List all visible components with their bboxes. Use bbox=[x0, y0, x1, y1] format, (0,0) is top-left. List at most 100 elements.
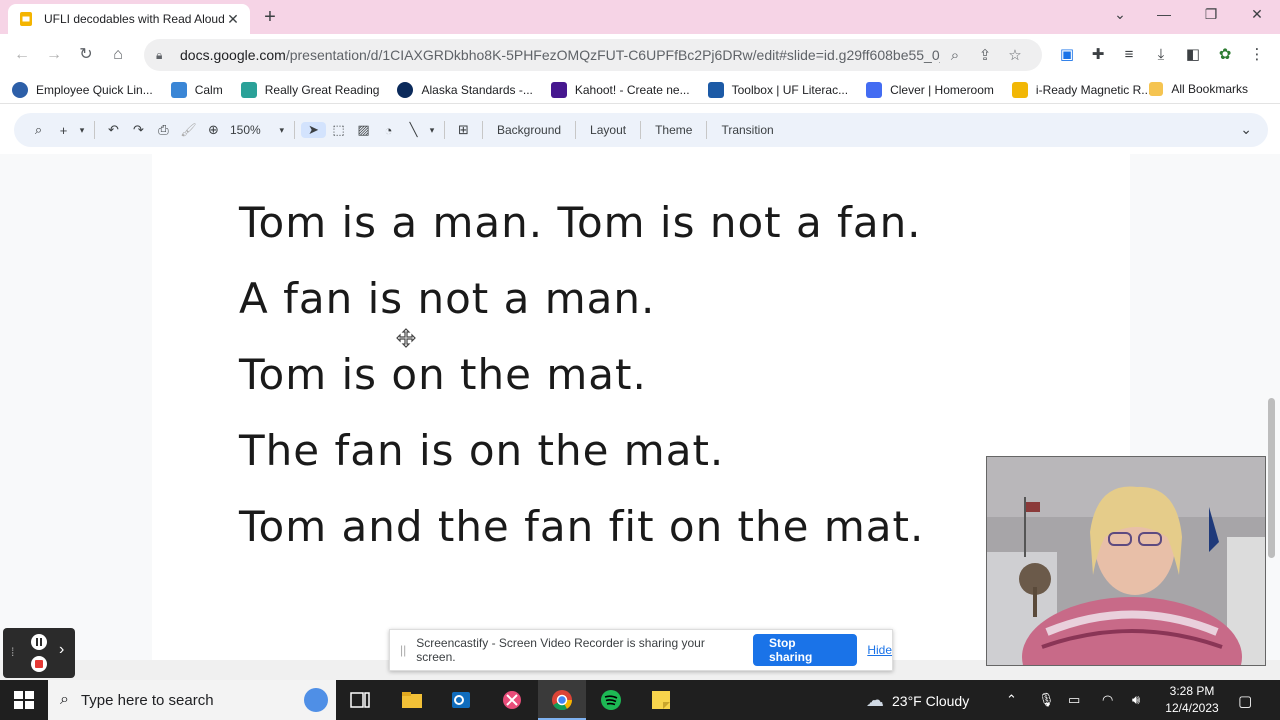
task-view-icon[interactable] bbox=[348, 688, 372, 712]
browser-tab-strip: UFLI decodables with Read Aloud ✕ + ⌄ — … bbox=[0, 0, 1280, 34]
drag-handle-icon[interactable]: || bbox=[400, 643, 406, 657]
slide-text-line[interactable]: A fan is not a man. bbox=[239, 274, 655, 323]
layout-button[interactable]: Layout bbox=[582, 123, 634, 137]
restore-button[interactable]: ❐ bbox=[1197, 6, 1225, 23]
forward-arrow-icon[interactable]: → bbox=[43, 44, 65, 66]
zoom-icon[interactable]: ⌕ bbox=[940, 47, 970, 64]
download-icon[interactable]: ⤓ bbox=[1150, 44, 1172, 66]
spotify-icon[interactable] bbox=[599, 688, 623, 712]
drag-handle-icon[interactable]: ⁞ bbox=[11, 645, 14, 659]
bookmark-label: i-Ready Magnetic R... bbox=[1035, 82, 1152, 97]
snipping-tool-icon[interactable] bbox=[500, 688, 524, 712]
taskbar-search-box[interactable]: ⌕ Type here to search bbox=[48, 680, 336, 720]
bookmark-toolbox-uf-literacy[interactable]: Toolbox | UF Literac... bbox=[707, 81, 849, 98]
new-slide-dropdown-icon[interactable]: ▾ bbox=[76, 125, 88, 136]
outlook-icon[interactable] bbox=[449, 688, 473, 712]
slide-text-line[interactable]: The fan is on the mat. bbox=[239, 426, 724, 475]
line-dropdown-icon[interactable]: ▾ bbox=[426, 125, 438, 136]
slides-app-bar: ⌕ + ▾ ↶ ↷ ⎙ 🖌︎ ⊕ 150% ▾ ➤ ⬚ ▨ ◔ ╲ ▾ ⊞ Bac… bbox=[0, 104, 1280, 154]
line-icon[interactable]: ╲ bbox=[401, 122, 426, 138]
show-hidden-icons-chevron[interactable]: ⌃ bbox=[1006, 692, 1017, 708]
url-path: /presentation/d/1CIAXGRDkbho8K-5PHFezOMQ… bbox=[285, 47, 940, 63]
redo-icon[interactable]: ↷ bbox=[126, 122, 151, 138]
stop-recording-icon[interactable] bbox=[28, 653, 50, 675]
share-icon[interactable]: ⇪ bbox=[970, 46, 1000, 64]
webcam-feed-image bbox=[987, 457, 1265, 665]
collapse-toolbar-chevron-icon[interactable]: ⌄ bbox=[1240, 121, 1252, 138]
paint-format-icon[interactable]: 🖌︎ bbox=[176, 122, 201, 138]
close-window-button[interactable]: ✕ bbox=[1243, 6, 1271, 23]
address-bar[interactable]: 🔒︎ docs.google.com/presentation/d/1CIAXG… bbox=[144, 39, 1042, 71]
transition-button[interactable]: Transition bbox=[713, 123, 781, 137]
tab-close-icon[interactable]: ✕ bbox=[224, 11, 242, 28]
file-explorer-icon[interactable] bbox=[400, 688, 424, 712]
sharing-message: Screencastify - Screen Video Recorder is… bbox=[416, 636, 705, 664]
reading-list-icon[interactable]: ≡ bbox=[1118, 44, 1140, 66]
browser-menu-icon[interactable]: ⋮ bbox=[1246, 44, 1268, 66]
bookmark-really-great-reading[interactable]: Really Great Reading bbox=[240, 81, 379, 98]
home-icon[interactable]: ⌂ bbox=[107, 44, 129, 66]
tab-title: UFLI decodables with Read Aloud bbox=[44, 12, 224, 26]
bookmark-alaska-standards[interactable]: Alaska Standards -... bbox=[397, 81, 533, 98]
windows-start-icon[interactable] bbox=[12, 688, 36, 712]
stop-sharing-button[interactable]: Stop sharing bbox=[752, 634, 858, 666]
battery-icon[interactable]: ▭ bbox=[1068, 692, 1080, 708]
print-icon[interactable]: ⎙ bbox=[151, 122, 176, 138]
slide[interactable]: Tom is a man. Tom is not a fan. A fan is… bbox=[152, 154, 1130, 660]
slide-text-line[interactable]: Tom is on the mat. bbox=[239, 350, 647, 399]
toolbar-divider bbox=[444, 121, 445, 139]
undo-icon[interactable]: ↶ bbox=[101, 122, 126, 138]
select-cursor-icon[interactable]: ➤ bbox=[301, 122, 326, 138]
side-panel-icon[interactable]: ◧ bbox=[1182, 44, 1204, 66]
bookmark-label: Toolbox | UF Literac... bbox=[731, 82, 849, 97]
bookmark-calm[interactable]: Calm bbox=[170, 81, 223, 98]
browser-tab[interactable]: UFLI decodables with Read Aloud ✕ bbox=[8, 4, 250, 34]
bookmark-star-icon[interactable]: ☆ bbox=[1000, 46, 1030, 64]
reload-icon[interactable]: ↻ bbox=[75, 44, 97, 66]
theme-button[interactable]: Theme bbox=[647, 123, 700, 137]
back-arrow-icon[interactable]: ← bbox=[11, 44, 33, 66]
all-bookmarks-label: All Bookmarks bbox=[1171, 82, 1248, 96]
zoom-icon[interactable]: ⊕ bbox=[201, 122, 226, 138]
clock[interactable]: 3:28 PM 12/4/2023 bbox=[1160, 683, 1224, 717]
bookmark-clever-homeroom[interactable]: Clever | Homeroom bbox=[866, 81, 994, 98]
wifi-icon[interactable]: ◠ bbox=[1102, 692, 1113, 708]
sticky-notes-icon[interactable] bbox=[649, 688, 673, 712]
bookmark-kahoot[interactable]: Kahoot! - Create ne... bbox=[550, 81, 690, 98]
google-slides-icon bbox=[20, 12, 32, 26]
slide-text-line[interactable]: Tom and the fan fit on the mat. bbox=[239, 502, 924, 551]
insert-image-icon[interactable]: ▨ bbox=[351, 122, 376, 138]
shape-icon[interactable]: ◔ bbox=[376, 123, 401, 138]
slide-text-line[interactable]: Tom is a man. Tom is not a fan. bbox=[239, 198, 922, 247]
all-bookmarks[interactable]: All Bookmarks bbox=[1149, 82, 1248, 96]
search-menus-icon[interactable]: ⌕ bbox=[26, 122, 51, 138]
insert-comment-icon[interactable]: ⊞ bbox=[451, 122, 476, 138]
microphone-icon[interactable]: 🎙︎ bbox=[1038, 692, 1055, 708]
expand-chevron-icon[interactable]: › bbox=[59, 641, 64, 659]
weather-widget[interactable]: ☁ 23°F Cloudy bbox=[866, 690, 969, 711]
tab-search-chevron-icon[interactable]: ⌄ bbox=[1106, 6, 1134, 23]
chrome-icon[interactable] bbox=[550, 688, 574, 712]
profile-avatar[interactable]: ✿ bbox=[1214, 44, 1236, 66]
webcam-overlay[interactable] bbox=[986, 456, 1266, 666]
lock-icon: 🔒︎ bbox=[156, 47, 163, 62]
bookmark-iready-magnetic[interactable]: i-Ready Magnetic R... bbox=[1011, 81, 1152, 98]
zoom-select[interactable]: 150% ▾ bbox=[226, 123, 288, 137]
minimize-button[interactable]: — bbox=[1150, 6, 1178, 22]
pause-icon[interactable] bbox=[28, 631, 50, 653]
hide-link[interactable]: Hide bbox=[867, 643, 892, 657]
screencastify-extension-icon[interactable]: ▣ bbox=[1056, 44, 1078, 66]
extensions-puzzle-icon[interactable]: ✚ bbox=[1087, 44, 1109, 66]
bookmark-employee-quick-links[interactable]: Employee Quick Lin... bbox=[12, 81, 153, 98]
browser-toolbar: ← → ↻ ⌂ 🔒︎ docs.google.com/presentation/… bbox=[0, 34, 1280, 76]
text-box-icon[interactable]: ⬚ bbox=[326, 122, 351, 138]
vertical-scrollbar[interactable] bbox=[1268, 398, 1275, 558]
new-tab-button[interactable]: + bbox=[258, 6, 282, 28]
new-slide-icon[interactable]: + bbox=[51, 123, 76, 138]
bookmark-favicon-icon bbox=[12, 81, 28, 98]
bookmark-label: Clever | Homeroom bbox=[890, 82, 994, 97]
volume-icon[interactable]: 🔊︎ bbox=[1132, 692, 1140, 708]
background-button[interactable]: Background bbox=[489, 123, 569, 137]
move-cursor-icon bbox=[396, 328, 416, 348]
notifications-icon[interactable]: ▢ bbox=[1238, 692, 1252, 710]
